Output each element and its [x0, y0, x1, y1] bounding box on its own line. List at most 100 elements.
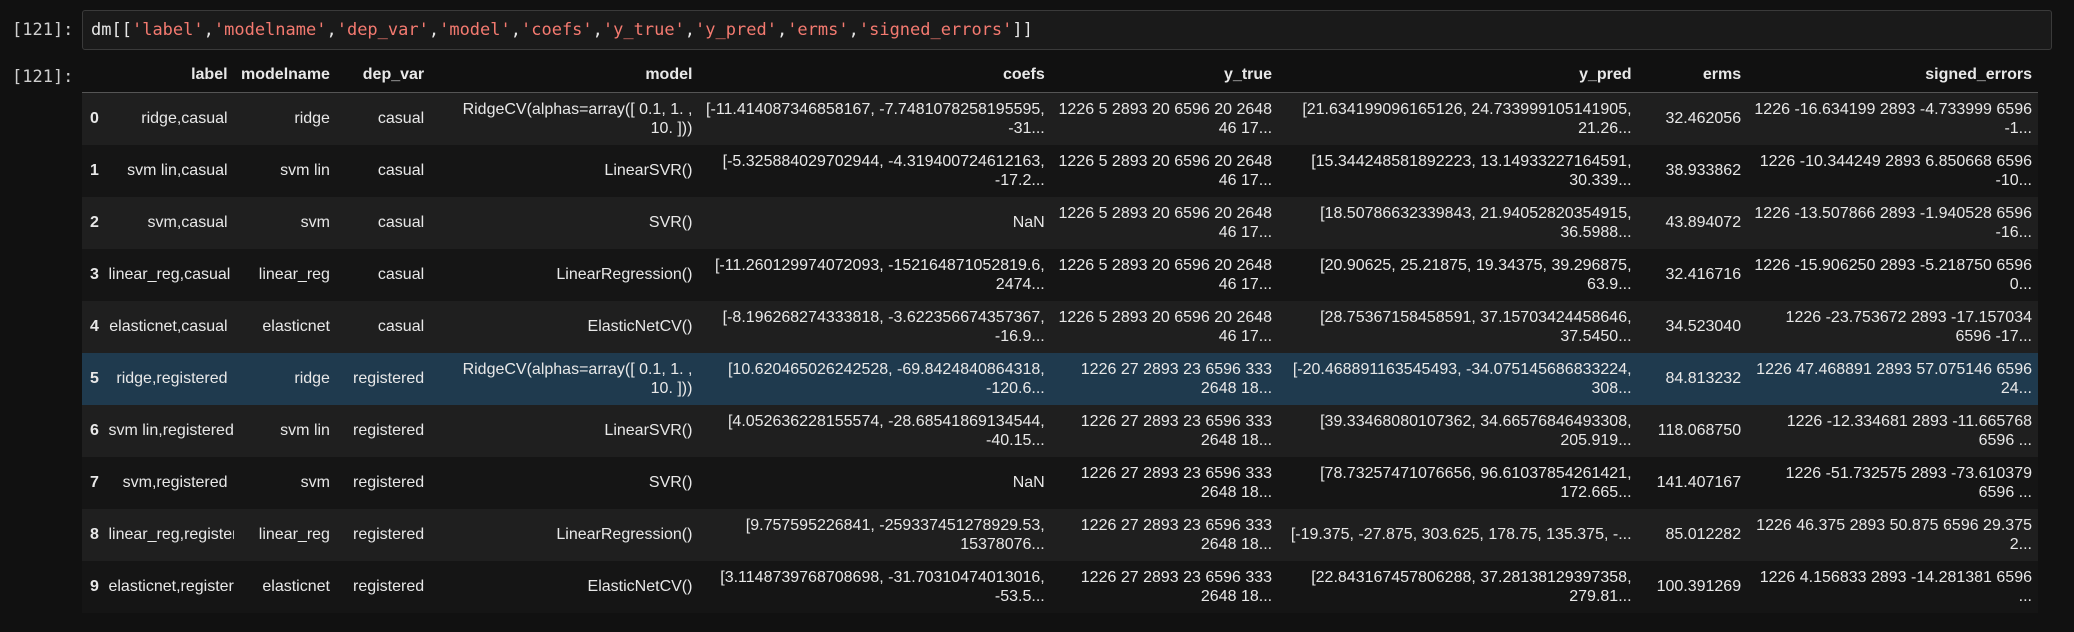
- cell-coefs: [-5.325884029702944, -4.319400724612163,…: [722, 152, 1045, 189]
- code-comma: ,: [428, 20, 440, 40]
- input-prompt: [121]:: [12, 20, 74, 40]
- cell-output: label modelname dep_var model coefs y_true y_p…: [82, 56, 2038, 613]
- cell-y-pred: [-19.375, -27.875, 303.625, 178.75, 135.…: [1290, 526, 1632, 543]
- cell-y-true: 1226 27 2893 23 6596 333 2648 18...: [1080, 360, 1273, 397]
- column-header-y-pred: y_pred: [1278, 56, 1638, 93]
- cell-y-true: 1226 5 2893 20 6596 20 2648 46 17...: [1058, 308, 1273, 345]
- cell-coefs: [10.620465026242528, -69.8424840864318, …: [727, 360, 1045, 397]
- cell-y-pred: [-20.468891163545493, -34.07514568683322…: [1292, 360, 1632, 397]
- cell-erms: 32.416716: [1665, 266, 1742, 283]
- row-index: 5: [90, 370, 99, 387]
- cell-dep-var: casual: [377, 214, 425, 231]
- code-bracket-open: [[: [111, 20, 132, 40]
- cell-dep-var: casual: [377, 266, 425, 283]
- column-header-coefs: coefs: [698, 56, 1051, 93]
- cell-coefs: [-11.260129974072093, -152164871052819.6…: [714, 256, 1045, 293]
- cell-dep-var: registered: [353, 526, 425, 543]
- cell-signed-errors: 1226 -23.753672 2893 -17.157034 6596 -17…: [1785, 308, 2032, 345]
- cell-signed-errors: 1226 -10.344249 2893 6.850668 6596 -10..…: [1759, 152, 2032, 189]
- cell-erms: 43.894072: [1665, 214, 1742, 231]
- code-string-literal: 'erms': [787, 20, 849, 40]
- cell-label: svm lin,registered: [108, 422, 234, 439]
- table-row[interactable]: 7 svm,registered svm registered SVR() NaN 1226…: [82, 456, 2038, 509]
- cell-label: elasticnet,registered: [108, 578, 234, 595]
- cell-y-pred: [20.90625, 25.21875, 19.34375, 39.296875…: [1320, 256, 1632, 293]
- code-comma: ,: [848, 20, 859, 40]
- cell-signed-errors: 1226 -15.906250 2893 -5.218750 6596 0...: [1754, 256, 2032, 293]
- cell-coefs: NaN: [1012, 474, 1045, 491]
- cell-y-true: 1226 27 2893 23 6596 333 2648 18...: [1080, 568, 1273, 605]
- code-bracket-close: ]]: [1012, 20, 1033, 40]
- cell-label: ridge,casual: [141, 110, 228, 128]
- table-row[interactable]: 0 ridge,casual ridge casual RidgeCV(alphas=a…: [82, 92, 2038, 145]
- cell-label: linear_reg,registered: [108, 526, 233, 543]
- code-string-literal: 'model': [439, 20, 511, 40]
- code-string-literal: 'y_true': [602, 20, 685, 40]
- cell-model: LinearRegression(): [556, 526, 693, 543]
- cell-modelname: ridge: [294, 110, 330, 128]
- code-string-literal: 'label': [131, 20, 204, 40]
- cell-dep-var: registered: [353, 474, 425, 491]
- cell-modelname: elasticnet: [262, 578, 330, 595]
- cell-coefs: [-11.414087346858167, -7.748107825819559…: [706, 100, 1045, 137]
- cell-label: ridge,registered: [116, 370, 228, 387]
- column-header-label: label: [102, 56, 234, 93]
- table-row[interactable]: 1 svm lin,casual svm lin casual LinearSVR() […: [82, 144, 2038, 197]
- code-comma: ,: [203, 20, 214, 40]
- row-index: 4: [90, 318, 99, 335]
- code-string-literal: 'coefs': [521, 20, 593, 40]
- table-row[interactable]: 5 ridge,registered ridge registered RidgeCV(…: [82, 352, 2038, 405]
- cell-signed-errors: 1226 46.375 2893 50.875 6596 29.375 2...: [1756, 516, 2032, 553]
- table-header-row: label modelname dep_var model coefs y_true y_p…: [82, 56, 2038, 93]
- table-row[interactable]: 3 linear_reg,casual linear_reg casual Linear…: [82, 248, 2038, 301]
- cell-signed-errors: 1226 -51.732575 2893 -73.610379 6596 ...: [1785, 464, 2032, 501]
- cell-model: SVR(): [648, 474, 693, 491]
- cell-model: RidgeCV(alphas=array([ 0.1, 1. , 10. ])): [462, 100, 693, 137]
- table-row[interactable]: 2 svm,casual svm casual SVR() NaN 1226 5 2893 …: [82, 196, 2038, 249]
- dataframe-table: label modelname dep_var model coefs y_true y_p…: [82, 56, 2038, 613]
- cell-erms: 38.933862: [1665, 162, 1742, 179]
- code-string-literal: 'y_pred': [695, 20, 777, 40]
- cell-coefs: [9.757595226841, -259337451278929.53, 15…: [745, 516, 1045, 553]
- code-comma: ,: [510, 20, 521, 40]
- cell-modelname: ridge: [294, 370, 330, 387]
- cell-erms: 85.012282: [1665, 526, 1742, 543]
- cell-model: LinearSVR(): [604, 162, 693, 179]
- cell-erms: 118.068750: [1657, 422, 1742, 439]
- cell-signed-errors: 1226 -16.634199 2893 -4.733999 6596 -1..…: [1754, 100, 2032, 137]
- row-index: 0: [90, 110, 99, 128]
- cell-y-true: 1226 27 2893 23 6596 333 2648 18...: [1080, 464, 1273, 501]
- table-row[interactable]: 9 elasticnet,registered elasticnet register…: [82, 560, 2038, 613]
- code-string-literal: 'dep_var': [336, 20, 429, 40]
- table-row[interactable]: 8 linear_reg,registered linear_reg register…: [82, 508, 2038, 561]
- code-cell-editor[interactable]: dm[['label','modelname','dep_var','model…: [82, 10, 2052, 50]
- code-comma: ,: [592, 20, 603, 40]
- column-header-erms: erms: [1637, 56, 1748, 93]
- code-variable: dm: [91, 20, 112, 40]
- cell-dep-var: registered: [353, 422, 425, 439]
- cell-dep-var: registered: [353, 578, 425, 595]
- table-row[interactable]: 4 elasticnet,casual elasticnet casual Elasti…: [82, 300, 2038, 353]
- cell-label: svm lin,casual: [127, 162, 228, 179]
- cell-y-true: 1226 5 2893 20 6596 20 2648 46 17...: [1058, 204, 1273, 241]
- table-row[interactable]: 6 svm lin,registered svm lin registered Line…: [82, 404, 2038, 457]
- cell-y-true: 1226 27 2893 23 6596 333 2648 18...: [1080, 516, 1273, 553]
- column-header-y-true: y_true: [1050, 56, 1279, 93]
- cell-dep-var: casual: [377, 110, 425, 128]
- cell-coefs: NaN: [1012, 214, 1045, 231]
- column-header-modelname: modelname: [233, 56, 336, 93]
- cell-label: svm,registered: [122, 474, 228, 491]
- column-header-model: model: [430, 56, 699, 93]
- cell-erms: 141.407167: [1656, 474, 1742, 491]
- cell-signed-errors: 1226 4.156833 2893 -14.281381 6596 ...: [1759, 568, 2032, 605]
- cell-y-pred: [28.75367158458591, 37.15703424458646, 3…: [1320, 308, 1632, 345]
- table-body: 0 ridge,casual ridge casual RidgeCV(alphas=a…: [82, 92, 2038, 613]
- cell-label: linear_reg,casual: [108, 266, 231, 283]
- cell-signed-errors: 1226 47.468891 2893 57.075146 6596 24...: [1756, 360, 2032, 397]
- code-comma: ,: [684, 20, 696, 40]
- cell-dep-var: casual: [377, 162, 425, 179]
- cell-modelname: linear_reg: [258, 526, 330, 543]
- cell-erms: 100.391269: [1656, 578, 1742, 595]
- cell-modelname: svm: [300, 214, 330, 231]
- code-comma: ,: [776, 20, 788, 40]
